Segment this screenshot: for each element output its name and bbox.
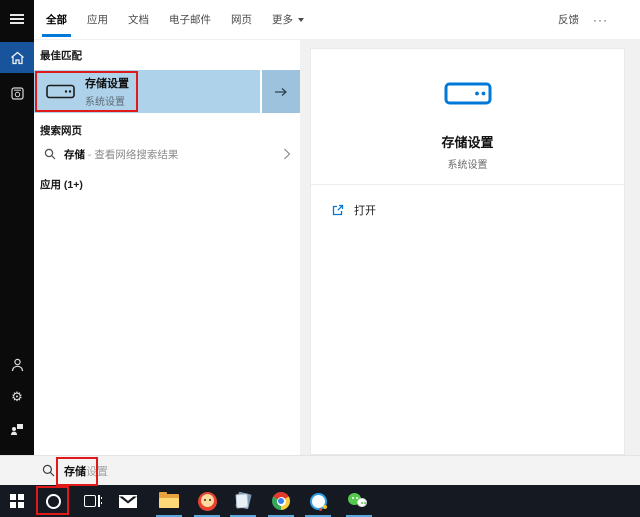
chevron-right-icon — [284, 148, 291, 160]
windows-start-button[interactable] — [2, 485, 32, 517]
chrome-button[interactable] — [266, 485, 296, 517]
tab-more[interactable]: 更多 — [272, 0, 304, 40]
windows-search-flyout: 全部 应用 文档 电子邮件 网页 更多 反馈 ··· ⚙ 最佳匹配 存储设置 系… — [0, 0, 640, 517]
preview-card: 存储设置 系统设置 打开 — [310, 48, 625, 455]
open-action-label: 打开 — [354, 205, 376, 217]
hamburger-bars — [10, 11, 24, 26]
web-search-row[interactable]: 存储 - 查看网络搜索结果 — [34, 139, 300, 169]
storage-drive-icon-large — [444, 82, 491, 105]
qq-button[interactable] — [303, 485, 333, 517]
qq-icon — [309, 492, 327, 511]
mail-icon — [119, 494, 137, 508]
orange-app-button[interactable] — [192, 485, 222, 517]
feedback-people-icon[interactable] — [0, 417, 34, 441]
active-tab-underline — [42, 33, 71, 37]
topbar-right: 反馈 ··· — [558, 12, 608, 27]
open-action-row[interactable]: 打开 — [311, 197, 624, 223]
left-rail: ⚙ — [0, 0, 34, 455]
web-search-header: 搜索网页 — [40, 125, 82, 137]
taskbar — [0, 485, 640, 517]
chrome-icon — [272, 492, 290, 510]
tab-documents[interactable]: 文档 — [128, 0, 149, 40]
open-external-icon — [332, 204, 344, 215]
tab-email-label: 电子邮件 — [169, 14, 211, 26]
filter-tabs: 全部 应用 文档 电子邮件 网页 更多 — [42, 0, 304, 40]
preview-card-top: 存储设置 系统设置 — [311, 49, 624, 171]
account-icon[interactable] — [0, 353, 34, 377]
best-match-red-annotation-box — [35, 71, 138, 112]
settings-gear-icon[interactable]: ⚙ — [0, 385, 34, 409]
journal-glyph — [10, 86, 24, 100]
file-explorer-button[interactable] — [154, 485, 184, 517]
search-icon — [42, 464, 55, 477]
task-view-button[interactable] — [77, 485, 107, 517]
search-icon — [44, 148, 56, 160]
wechat-button[interactable] — [344, 485, 374, 517]
tab-web-label: 网页 — [231, 14, 252, 26]
notepad-icon — [234, 491, 252, 510]
gear-glyph: ⚙ — [11, 389, 23, 405]
mail-button[interactable] — [113, 485, 143, 517]
chevron-down-icon — [298, 17, 304, 22]
web-search-query: 存储 — [64, 148, 85, 161]
home-glyph — [10, 51, 24, 64]
account-glyph — [11, 358, 23, 372]
notepad-button[interactable] — [228, 485, 258, 517]
search-text-red-annotation-box — [56, 457, 98, 486]
preview-subtitle: 系统设置 — [447, 160, 488, 171]
feedback-people-glyph — [11, 423, 23, 435]
tab-email[interactable]: 电子邮件 — [169, 0, 211, 40]
search-filter-tabbar: 全部 应用 文档 电子邮件 网页 更多 反馈 ··· — [34, 0, 640, 40]
web-search-suffix: - 查看网络搜索结果 — [87, 148, 179, 161]
home-icon[interactable] — [0, 42, 34, 73]
tab-apps[interactable]: 应用 — [87, 0, 108, 40]
web-search-text: 存储 - 查看网络搜索结果 — [64, 147, 178, 162]
feedback-link[interactable]: 反馈 — [558, 12, 579, 27]
windows-logo-icon — [9, 493, 25, 509]
apps-section-header: 应用 (1+) — [40, 179, 83, 191]
right-arrow-icon — [275, 87, 287, 96]
wechat-icon — [348, 492, 370, 510]
journal-icon[interactable] — [0, 80, 34, 106]
preview-panel: 存储设置 系统设置 打开 — [300, 40, 640, 455]
expand-arrow-button[interactable] — [262, 70, 300, 113]
task-view-icon — [83, 494, 102, 508]
preview-divider — [311, 184, 624, 185]
cortana-red-annotation-box — [36, 486, 69, 515]
hamburger-menu-icon[interactable] — [0, 4, 34, 34]
tab-all[interactable]: 全部 — [42, 0, 71, 40]
orange-app-icon — [197, 491, 217, 511]
file-explorer-icon — [159, 491, 179, 509]
tab-more-label: 更多 — [272, 14, 293, 26]
tab-documents-label: 文档 — [128, 14, 149, 26]
tab-all-label: 全部 — [46, 14, 67, 26]
tab-apps-label: 应用 — [87, 14, 108, 26]
overflow-menu-icon[interactable]: ··· — [593, 13, 608, 27]
tab-web[interactable]: 网页 — [231, 0, 252, 40]
best-match-header: 最佳匹配 — [40, 50, 82, 62]
preview-title: 存储设置 — [441, 135, 494, 150]
